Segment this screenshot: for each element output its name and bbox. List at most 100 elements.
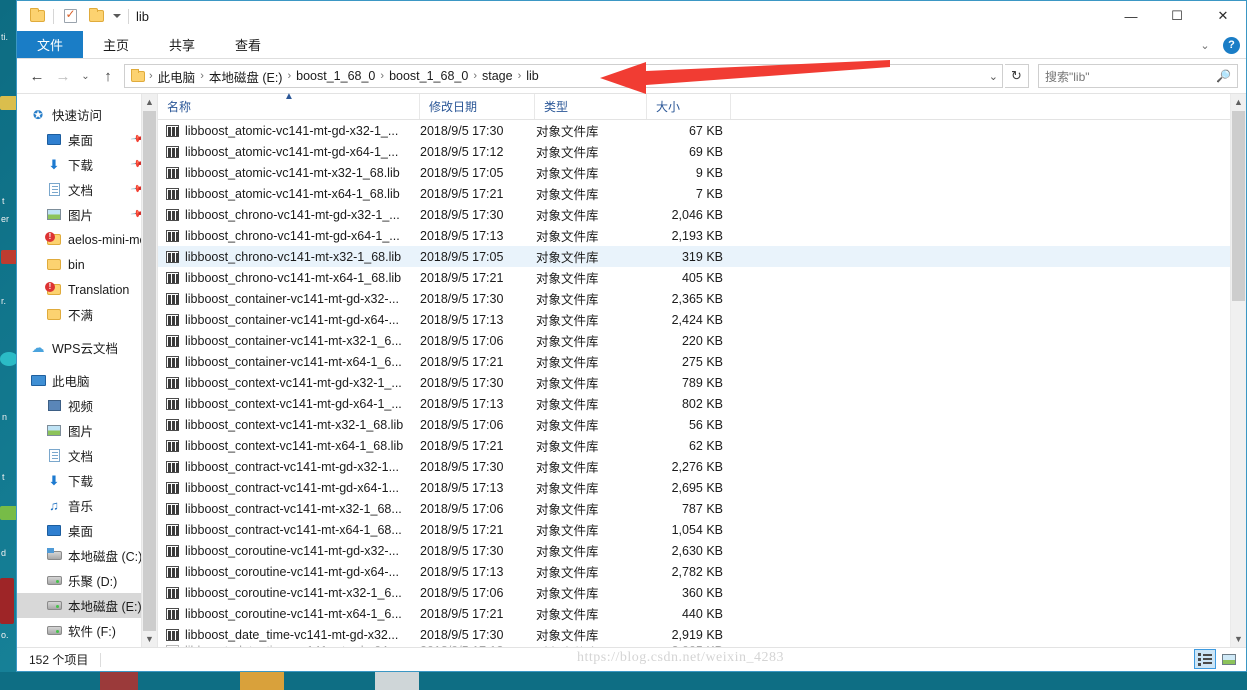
column-header-name[interactable]: 名称 ▲ — [158, 91, 420, 119]
table-row[interactable]: libboost_atomic-vc141-mt-x32-1_68.lib 201… — [158, 162, 1246, 183]
scroll-up-arrow-icon[interactable]: ▲ — [142, 94, 157, 110]
sidebar-item-2[interactable]: ⬇ 下载 📌 — [17, 152, 157, 177]
breadcrumb-boost-inner[interactable]: boost_1_68_0 — [385, 69, 472, 83]
qat-folder-icon[interactable] — [24, 4, 50, 28]
sidebar-item-3[interactable]: 文档 📌 — [17, 177, 157, 202]
tab-view[interactable]: 查看 — [215, 31, 281, 58]
column-header-type[interactable]: 类型 — [535, 94, 647, 119]
sidebar-item-19[interactable]: 本地磁盘 (E:) — [17, 593, 157, 618]
breadcrumb-this-pc[interactable]: 此电脑 — [154, 67, 200, 86]
minimize-button[interactable]: — — [1108, 1, 1154, 31]
table-row[interactable]: libboost_atomic-vc141-mt-gd-x32-1_... 201… — [158, 120, 1246, 141]
sidebar-item-16[interactable]: 桌面 — [17, 518, 157, 543]
qat-properties-icon[interactable] — [57, 4, 83, 28]
maximize-button[interactable]: ☐ — [1154, 1, 1200, 31]
breadcrumb-boost-outer[interactable]: boost_1_68_0 — [292, 69, 379, 83]
sidebar-item-13[interactable]: 文档 — [17, 443, 157, 468]
taskbar-item[interactable] — [100, 672, 138, 690]
file-list-scrollbar[interactable]: ▲ ▼ — [1230, 94, 1246, 647]
back-button[interactable]: ← — [25, 63, 49, 89]
sidebar-item-8[interactable]: 不满 — [17, 302, 157, 327]
table-row[interactable]: libboost_coroutine-vc141-mt-gd-x64-... 20… — [158, 561, 1246, 582]
search-input[interactable]: 搜索"lib" — [1045, 68, 1090, 85]
explorer-body: ✪快速访问桌面📌⬇下载📌文档📌图片📌aelos-mini-moibinTrans… — [17, 91, 1246, 647]
qat-new-folder-icon[interactable] — [83, 4, 109, 28]
search-box[interactable]: 搜索"lib" 🔍 — [1038, 64, 1238, 88]
table-row[interactable]: libboost_context-vc141-mt-x32-1_68.lib 20… — [158, 414, 1246, 435]
details-view-button[interactable] — [1194, 649, 1216, 669]
table-row[interactable]: libboost_context-vc141-mt-x64-1_68.lib 20… — [158, 435, 1246, 456]
table-row[interactable]: libboost_container-vc141-mt-x64-1_6... 20… — [158, 351, 1246, 372]
scroll-up-arrow-icon[interactable]: ▲ — [1231, 94, 1246, 110]
table-row[interactable]: libboost_coroutine-vc141-mt-x32-1_6... 20… — [158, 582, 1246, 603]
table-row[interactable]: libboost_coroutine-vc141-mt-x64-1_6... 20… — [158, 603, 1246, 624]
sidebar-item-9[interactable]: ☁ WPS云文档 — [17, 335, 157, 360]
sidebar-item-1[interactable]: 桌面 📌 — [17, 127, 157, 152]
table-row[interactable]: libboost_date_time-vc141-mt-gd-x32... 201… — [158, 624, 1246, 645]
sidebar-item-10[interactable]: 此电脑 — [17, 368, 157, 393]
up-button[interactable]: ↑ — [96, 63, 120, 89]
scroll-down-arrow-icon[interactable]: ▼ — [1231, 631, 1246, 647]
file-size: 7 KB — [695, 186, 723, 201]
sidebar-item-17[interactable]: 本地磁盘 (C:) — [17, 543, 157, 568]
breadcrumb-drive-e[interactable]: 本地磁盘 (E:) — [205, 67, 287, 86]
table-row[interactable]: libboost_container-vc141-mt-gd-x64-... 20… — [158, 309, 1246, 330]
taskbar-item[interactable] — [240, 672, 284, 690]
table-row[interactable]: libboost_container-vc141-mt-gd-x32-... 20… — [158, 288, 1246, 309]
sidebar-item-11[interactable]: 视频 — [17, 393, 157, 418]
table-row[interactable]: libboost_chrono-vc141-mt-x32-1_68.lib 201… — [158, 246, 1246, 267]
table-row[interactable]: libboost_contract-vc141-mt-gd-x32-1... 20… — [158, 456, 1246, 477]
sidebar-item-0[interactable]: ✪ 快速访问 — [17, 102, 157, 127]
sidebar-item-5[interactable]: aelos-mini-moi — [17, 227, 157, 252]
sidebar-item-18[interactable]: 乐聚 (D:) — [17, 568, 157, 593]
table-row[interactable]: libboost_coroutine-vc141-mt-gd-x32-... 20… — [158, 540, 1246, 561]
table-row[interactable]: libboost_context-vc141-mt-gd-x32-1_... 20… — [158, 372, 1246, 393]
table-row[interactable]: libboost_contract-vc141-mt-gd-x64-1... 20… — [158, 477, 1246, 498]
taskbar-item[interactable] — [375, 672, 419, 690]
forward-button[interactable]: → — [51, 63, 75, 89]
sidebar-item-20[interactable]: 软件 (F:) — [17, 618, 157, 643]
sidebar-item-15[interactable]: ♫ 音乐 — [17, 493, 157, 518]
breadcrumb-stage[interactable]: stage — [478, 69, 517, 83]
tab-home[interactable]: 主页 — [83, 31, 149, 58]
tab-file[interactable]: 文件 — [17, 31, 83, 58]
table-row[interactable]: libboost_contract-vc141-mt-x32-1_68... 20… — [158, 498, 1246, 519]
scroll-down-arrow-icon[interactable]: ▼ — [142, 631, 157, 647]
column-header-size[interactable]: 大小 — [647, 94, 731, 119]
library-file-icon — [166, 166, 179, 179]
ribbon-collapse-chevron-down-icon[interactable]: ⌄ — [1195, 39, 1215, 52]
watermark-text: https://blog.csdn.net/weixin_4283 — [577, 650, 785, 665]
thumbnails-view-button[interactable] — [1218, 649, 1240, 669]
folder-warning-icon — [45, 232, 63, 245]
table-row[interactable]: libboost_contract-vc141-mt-x64-1_68... 20… — [158, 519, 1246, 540]
table-row[interactable]: libboost_chrono-vc141-mt-gd-x64-1_... 201… — [158, 225, 1246, 246]
table-row[interactable]: libboost_container-vc141-mt-x32-1_6... 20… — [158, 330, 1246, 351]
sidebar-item-14[interactable]: ⬇ 下载 — [17, 468, 157, 493]
sidebar-item-6[interactable]: bin — [17, 252, 157, 277]
table-row[interactable]: libboost_atomic-vc141-mt-x64-1_68.lib 201… — [158, 183, 1246, 204]
sidebar-item-7[interactable]: Translation — [17, 277, 157, 302]
address-breadcrumb-bar[interactable]: › 此电脑 › 本地磁盘 (E:) › boost_1_68_0 › boost… — [124, 64, 1003, 88]
file-list-scrollbar-thumb[interactable] — [1232, 111, 1245, 301]
address-dropdown-chevron-down-icon[interactable]: ⌄ — [989, 70, 998, 83]
help-button[interactable]: ? — [1223, 36, 1240, 54]
table-row[interactable]: libboost_chrono-vc141-mt-x64-1_68.lib 201… — [158, 267, 1246, 288]
sidebar-scrollbar-thumb[interactable] — [143, 111, 156, 631]
tab-share[interactable]: 共享 — [149, 31, 215, 58]
file-type: 对象文件库 — [536, 503, 599, 517]
table-row[interactable]: libboost_atomic-vc141-mt-gd-x64-1_... 201… — [158, 141, 1246, 162]
close-button[interactable]: ✕ — [1200, 1, 1246, 31]
breadcrumb-lib[interactable]: lib — [522, 69, 543, 83]
sidebar-item-4[interactable]: 图片 📌 — [17, 202, 157, 227]
refresh-button[interactable]: ↻ — [1005, 64, 1029, 88]
table-row[interactable]: libboost_context-vc141-mt-gd-x64-1_... 20… — [158, 393, 1246, 414]
qat-customize-chevron-down-icon[interactable] — [109, 4, 125, 28]
recent-locations-chevron-down-icon[interactable]: ⌄ — [77, 63, 94, 89]
file-size: 789 KB — [681, 375, 723, 390]
table-row[interactable]: libboost_chrono-vc141-mt-gd-x32-1_... 201… — [158, 204, 1246, 225]
sidebar-scrollbar[interactable]: ▲ ▼ — [141, 94, 157, 647]
ribbon-tab-bar: 文件 主页 共享 查看 ⌄ ? — [17, 31, 1246, 59]
taskbar[interactable] — [0, 672, 1247, 690]
sidebar-item-12[interactable]: 图片 — [17, 418, 157, 443]
column-header-date[interactable]: 修改日期 — [420, 94, 535, 119]
